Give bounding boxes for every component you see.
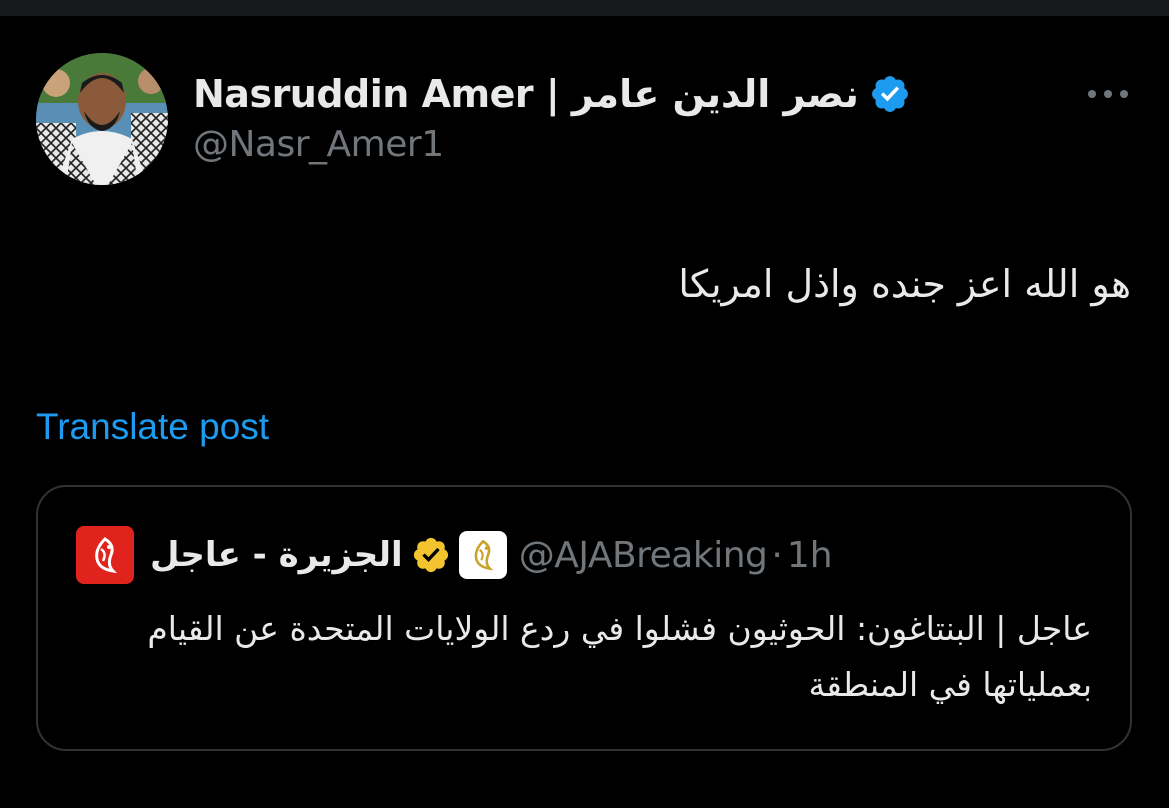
- quoted-author-name[interactable]: الجزيرة - عاجل: [150, 535, 403, 575]
- verified-gold-badge-icon: [411, 535, 451, 575]
- more-options-button[interactable]: [1082, 74, 1134, 114]
- author-display-name[interactable]: Nasruddin Amer | نصر الدين عامر: [193, 72, 859, 116]
- quoted-post-time[interactable]: 1h: [787, 535, 833, 576]
- more-horizontal-icon: [1088, 90, 1128, 98]
- separator-dot: ·: [771, 534, 783, 576]
- quoted-post-header: الجزيرة - عاجل @AJABreaking · 1h: [76, 525, 1096, 585]
- avatar-photo: [36, 53, 168, 185]
- author-name-row: Nasruddin Amer | نصر الدين عامر: [193, 66, 911, 122]
- quoted-author-handle[interactable]: @AJABreaking: [519, 535, 768, 576]
- author-handle[interactable]: @Nasr_Amer1: [193, 124, 444, 165]
- translate-post-link[interactable]: Translate post: [36, 406, 269, 448]
- author-avatar[interactable]: [36, 53, 168, 185]
- verified-badge-icon: [869, 73, 911, 115]
- quoted-post-card[interactable]: الجزيرة - عاجل @AJABreaking · 1h عاجل | …: [36, 485, 1132, 751]
- aljazeera-logo-icon[interactable]: [76, 526, 134, 584]
- quoted-post-text: عاجل | البنتاغون: الحوثيون فشلوا في ردع …: [147, 609, 1092, 704]
- post-text: هو الله اعز جنده واذل امريكا: [678, 262, 1131, 306]
- top-status-strip: [0, 0, 1169, 16]
- aljazeera-affiliate-icon: [458, 531, 507, 579]
